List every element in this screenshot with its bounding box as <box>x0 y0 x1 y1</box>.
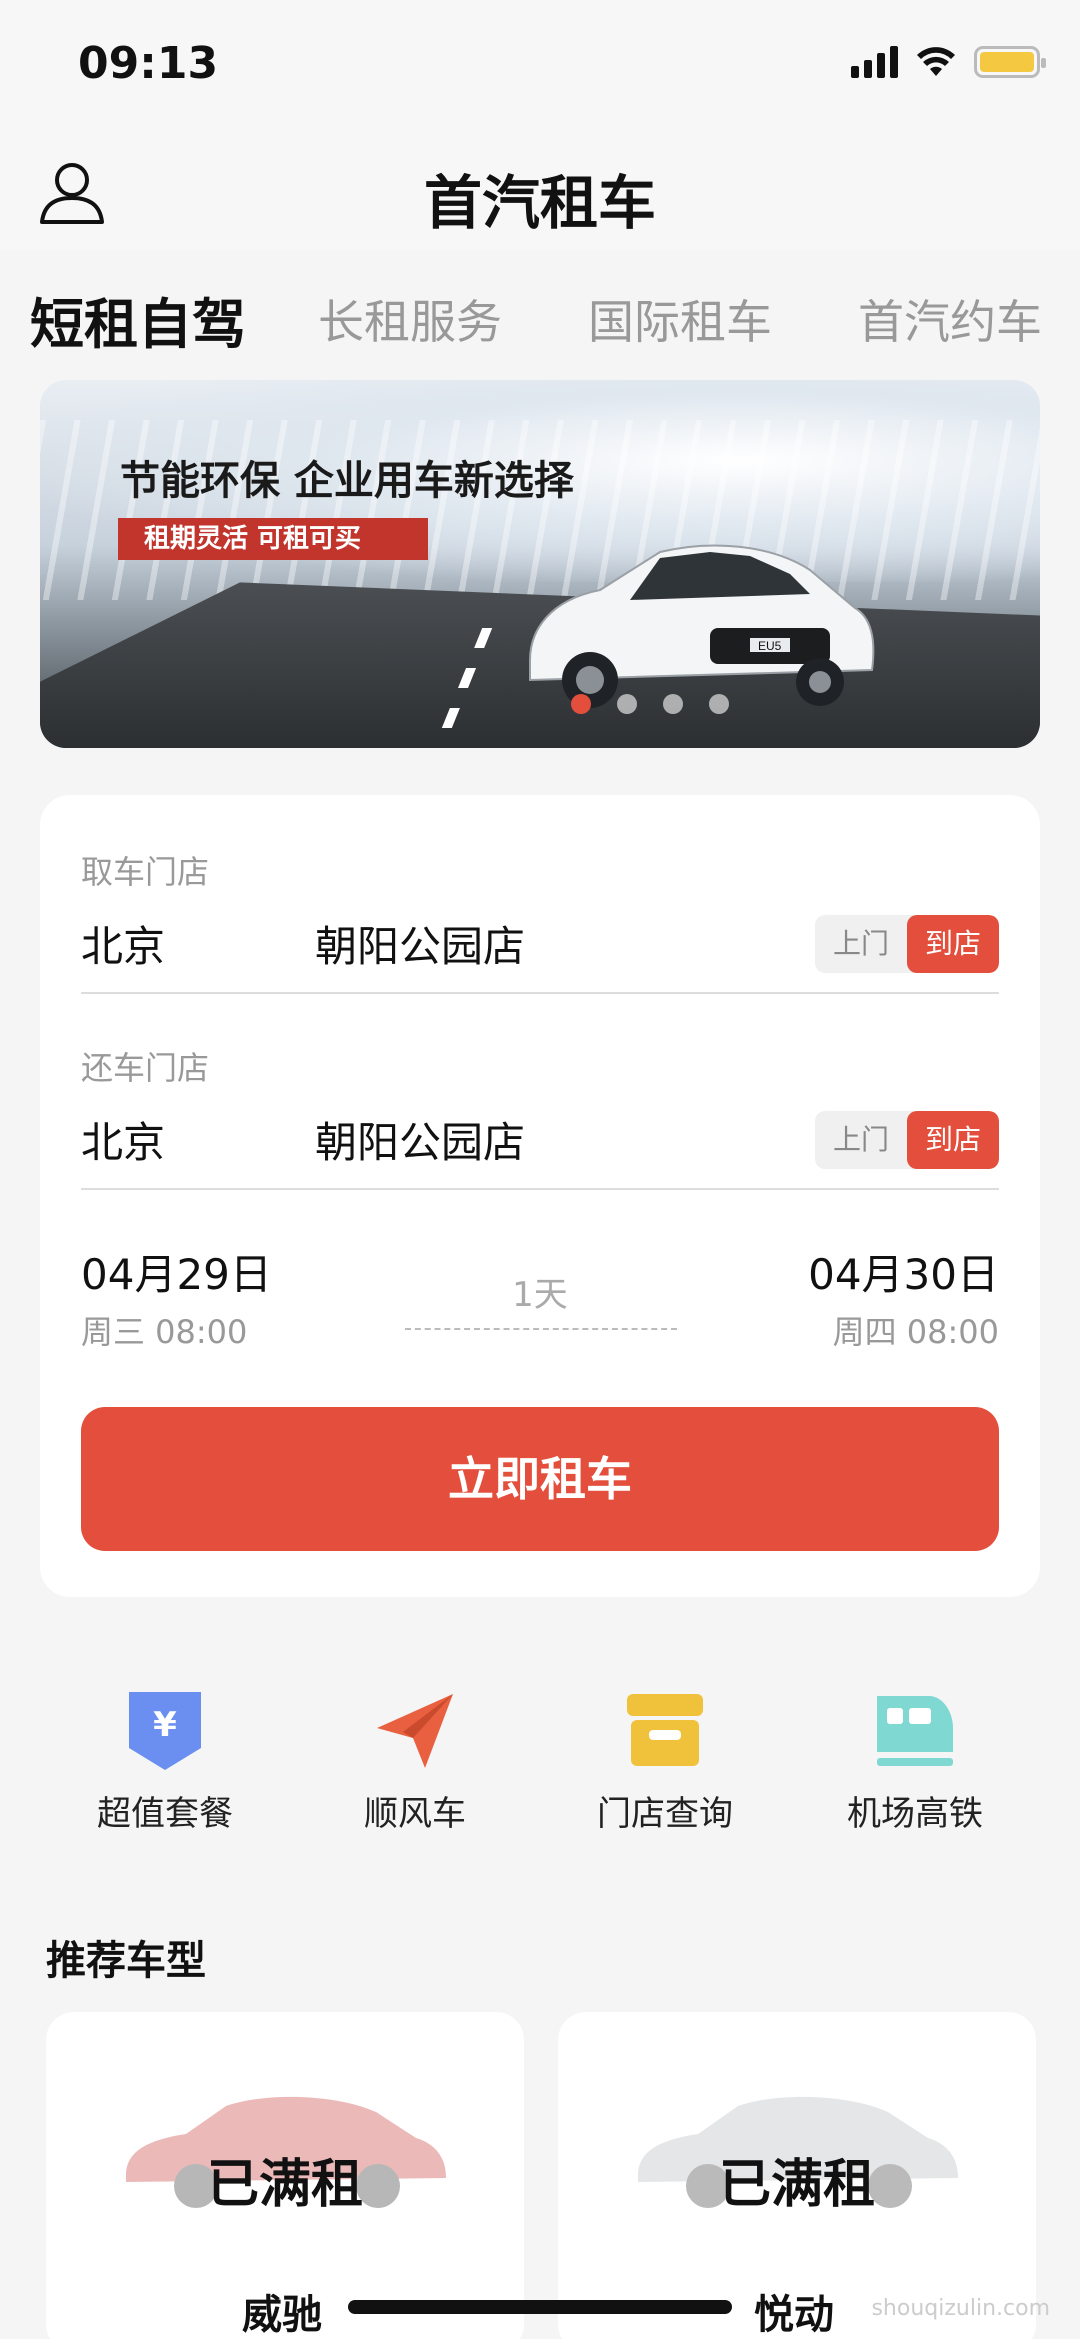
car-name: 悦动 <box>754 2292 834 2338</box>
quick-label: 门店查询 <box>597 1794 733 1834</box>
divider <box>81 1188 999 1190</box>
wifi-icon <box>917 47 955 76</box>
duration-dash <box>405 1328 677 1330</box>
pickup-store[interactable]: 朝阳公园店 <box>315 913 525 974</box>
promo-banner[interactable]: 节能环保 企业用车新选择 租期灵活 可租可买 EU5 <box>40 380 1040 748</box>
watermark: shouqizulin.com <box>871 2296 1050 2321</box>
quick-item-stores[interactable]: 门店查询 <box>540 1680 790 1850</box>
return-mode-toggle: 上门 到店 <box>815 1111 999 1169</box>
banner-pagination <box>40 694 1040 714</box>
pagination-dot[interactable] <box>617 694 637 714</box>
quick-item-carpool[interactable]: 顺风车 <box>290 1680 540 1850</box>
service-tabs: 短租自驾 长租服务 国际租车 首汽约车 <box>0 250 1080 360</box>
status-bar: 09:13 <box>0 0 1080 130</box>
pickup-label: 取车门店 <box>81 853 210 891</box>
pagination-dot[interactable] <box>571 694 591 714</box>
return-city[interactable]: 北京 <box>81 1109 165 1170</box>
rent-now-button[interactable]: 立即租车 <box>81 1407 999 1551</box>
quick-label: 顺风车 <box>364 1794 466 1834</box>
car-model-badge: EU5 <box>758 639 782 653</box>
battery-icon <box>974 46 1046 78</box>
car-card[interactable]: 已满租 悦动 <box>558 2012 1036 2339</box>
quick-item-airport-rail[interactable]: 机场高铁 <box>790 1680 1040 1850</box>
pickup-city[interactable]: 北京 <box>81 913 165 974</box>
pickup-door-option[interactable]: 上门 <box>815 915 907 973</box>
pickup-mode-toggle: 上门 到店 <box>815 915 999 973</box>
return-door-option[interactable]: 上门 <box>815 1111 907 1169</box>
tab-short-rent[interactable]: 短租自驾 <box>30 280 246 359</box>
car-image: EU5 <box>529 544 875 708</box>
car-card[interactable]: 已满租 威驰 <box>46 2012 524 2339</box>
signal-icon <box>851 46 898 78</box>
divider <box>81 992 999 994</box>
tab-ride-hailing[interactable]: 首汽约车 <box>858 286 1042 352</box>
status-time: 09:13 <box>78 38 219 89</box>
return-store-option[interactable]: 到店 <box>907 1111 999 1169</box>
status-icons <box>851 46 1046 78</box>
paper-plane-icon <box>377 1694 453 1768</box>
svg-text:¥: ¥ <box>153 1705 177 1745</box>
quick-item-package[interactable]: ¥ 超值套餐 <box>40 1680 290 1850</box>
status-badge: 已满租 <box>718 2155 875 2215</box>
app-header: 首汽租车 <box>0 130 1080 250</box>
quick-actions: ¥ 超值套餐 顺风车 门店查询 机场高铁 <box>40 1680 1040 1850</box>
return-store[interactable]: 朝阳公园店 <box>315 1109 525 1170</box>
tab-international[interactable]: 国际租车 <box>588 286 772 352</box>
pickup-store-option[interactable]: 到店 <box>907 915 999 973</box>
app-title: 首汽租车 <box>423 169 656 237</box>
end-date[interactable]: 04月30日 <box>808 1241 999 1302</box>
banner-tag: 租期灵活 可租可买 <box>118 518 428 560</box>
train-icon <box>877 1696 953 1766</box>
pagination-dot[interactable] <box>663 694 683 714</box>
quick-label: 超值套餐 <box>97 1794 233 1834</box>
coupon-icon: ¥ <box>129 1692 201 1770</box>
status-badge: 已满租 <box>206 2155 363 2215</box>
return-label: 还车门店 <box>81 1049 210 1087</box>
tab-long-rent[interactable]: 长租服务 <box>318 286 502 352</box>
quick-label: 机场高铁 <box>847 1794 983 1834</box>
store-icon <box>627 1694 703 1766</box>
end-time[interactable]: 周四 08:00 <box>833 1307 999 1353</box>
home-indicator[interactable] <box>348 2300 732 2314</box>
booking-card: 取车门店 北京 朝阳公园店 上门 到店 还车门店 北京 朝阳公园店 上门 到店 … <box>40 795 1040 1597</box>
banner-title: 节能环保 企业用车新选择 <box>120 458 574 504</box>
recommend-title: 推荐车型 <box>46 1938 206 1984</box>
car-name: 威驰 <box>242 2292 322 2338</box>
pagination-dot[interactable] <box>709 694 729 714</box>
